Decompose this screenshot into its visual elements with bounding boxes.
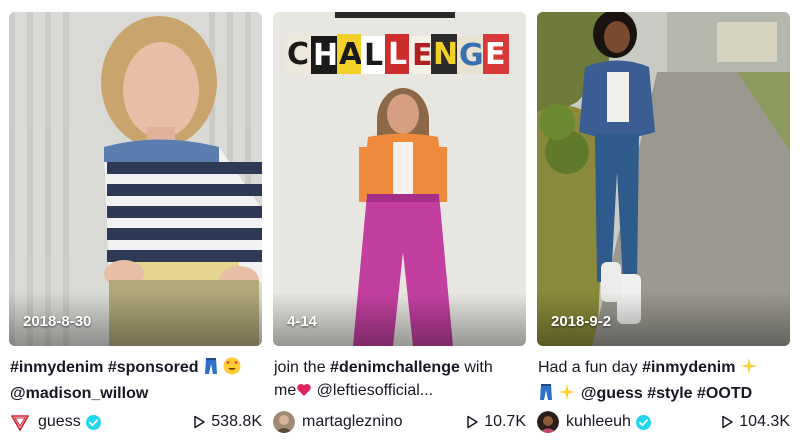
video-thumbnail[interactable]: C H A L L E N G E 4-14	[273, 12, 526, 346]
avatar[interactable]	[9, 411, 31, 433]
play-count-icon	[467, 415, 478, 429]
thumbnail-image	[9, 12, 262, 346]
avatar[interactable]	[273, 411, 295, 433]
video-card[interactable]: C H A L L E N G E 4-14 join the #denimch…	[273, 12, 526, 445]
red-heart-emoji	[296, 382, 312, 405]
video-thumbnail[interactable]: 2018-9-2	[537, 12, 790, 346]
video-meta: kuhleeuh 104.3K	[537, 410, 790, 434]
mention-link[interactable]: @leftiesofficial...	[312, 382, 433, 399]
video-meta: guess 538.8K	[9, 410, 262, 434]
jeans-emoji	[538, 383, 554, 408]
mention-link[interactable]: @guess	[581, 385, 643, 402]
play-count-icon	[194, 415, 206, 429]
svg-text:E: E	[412, 38, 433, 73]
video-caption: #inmydenim #sponsored @madison_willow	[10, 356, 262, 405]
author-username[interactable]: guess	[38, 413, 81, 431]
video-thumbnail[interactable]: 2018-8-30	[9, 12, 262, 346]
video-caption: join the #denimchallenge with me @leftie…	[274, 356, 526, 405]
avatar[interactable]	[537, 411, 559, 433]
svg-text:G: G	[459, 38, 484, 73]
view-count-value: 104.3K	[739, 413, 790, 430]
video-caption: Had a fun day #inmydenim @guess #style #…	[538, 356, 790, 408]
video-card[interactable]: 2018-8-30 #inmydenim #sponsored @madison…	[9, 12, 262, 445]
mention-link[interactable]: @madison_willow	[10, 385, 148, 402]
heart-eyes-emoji	[223, 357, 241, 382]
view-count: 538.8K	[192, 413, 262, 431]
post-date: 2018-9-2	[551, 313, 612, 330]
svg-text:E: E	[485, 37, 506, 72]
svg-text:N: N	[433, 37, 458, 72]
video-grid: 2018-8-30 #inmydenim #sponsored @madison…	[0, 0, 800, 445]
jeans-emoji	[203, 357, 219, 382]
view-count-value: 10.7K	[484, 413, 526, 430]
hashtag-link[interactable]: #style	[647, 385, 692, 402]
hashtag-link[interactable]: #sponsored	[108, 359, 199, 376]
hashtag-link[interactable]: #OOTD	[697, 385, 752, 402]
svg-text:H: H	[313, 38, 338, 73]
play-count-icon	[722, 415, 734, 429]
thumbnail-image: C H A L L E N G E	[273, 12, 526, 346]
video-card[interactable]: 2018-9-2 Had a fun day #inmydenim @guess…	[537, 12, 790, 445]
video-meta: martagleznino 10.7K	[273, 410, 526, 434]
hashtag-link[interactable]: #inmydenim	[10, 359, 103, 376]
post-date: 4-14	[287, 313, 318, 330]
verified-badge-icon	[635, 414, 651, 430]
sparkles-emoji	[740, 357, 758, 382]
view-count: 104.3K	[720, 413, 790, 431]
author-username[interactable]: kuhleeuh	[566, 413, 631, 431]
author-username[interactable]: martagleznino	[302, 413, 403, 431]
post-date: 2018-8-30	[23, 313, 92, 330]
svg-text:C: C	[287, 37, 309, 72]
verified-badge-icon	[85, 414, 101, 430]
svg-text:L: L	[388, 37, 407, 72]
svg-text:L: L	[364, 38, 383, 73]
view-count: 10.7K	[465, 413, 526, 431]
view-count-value: 538.8K	[211, 413, 262, 430]
thumbnail-image	[537, 12, 790, 346]
svg-text:A: A	[339, 37, 363, 72]
hashtag-link[interactable]: #denimchallenge	[330, 359, 460, 376]
sparkles-emoji	[558, 383, 576, 408]
hashtag-link[interactable]: #inmydenim	[642, 359, 735, 376]
